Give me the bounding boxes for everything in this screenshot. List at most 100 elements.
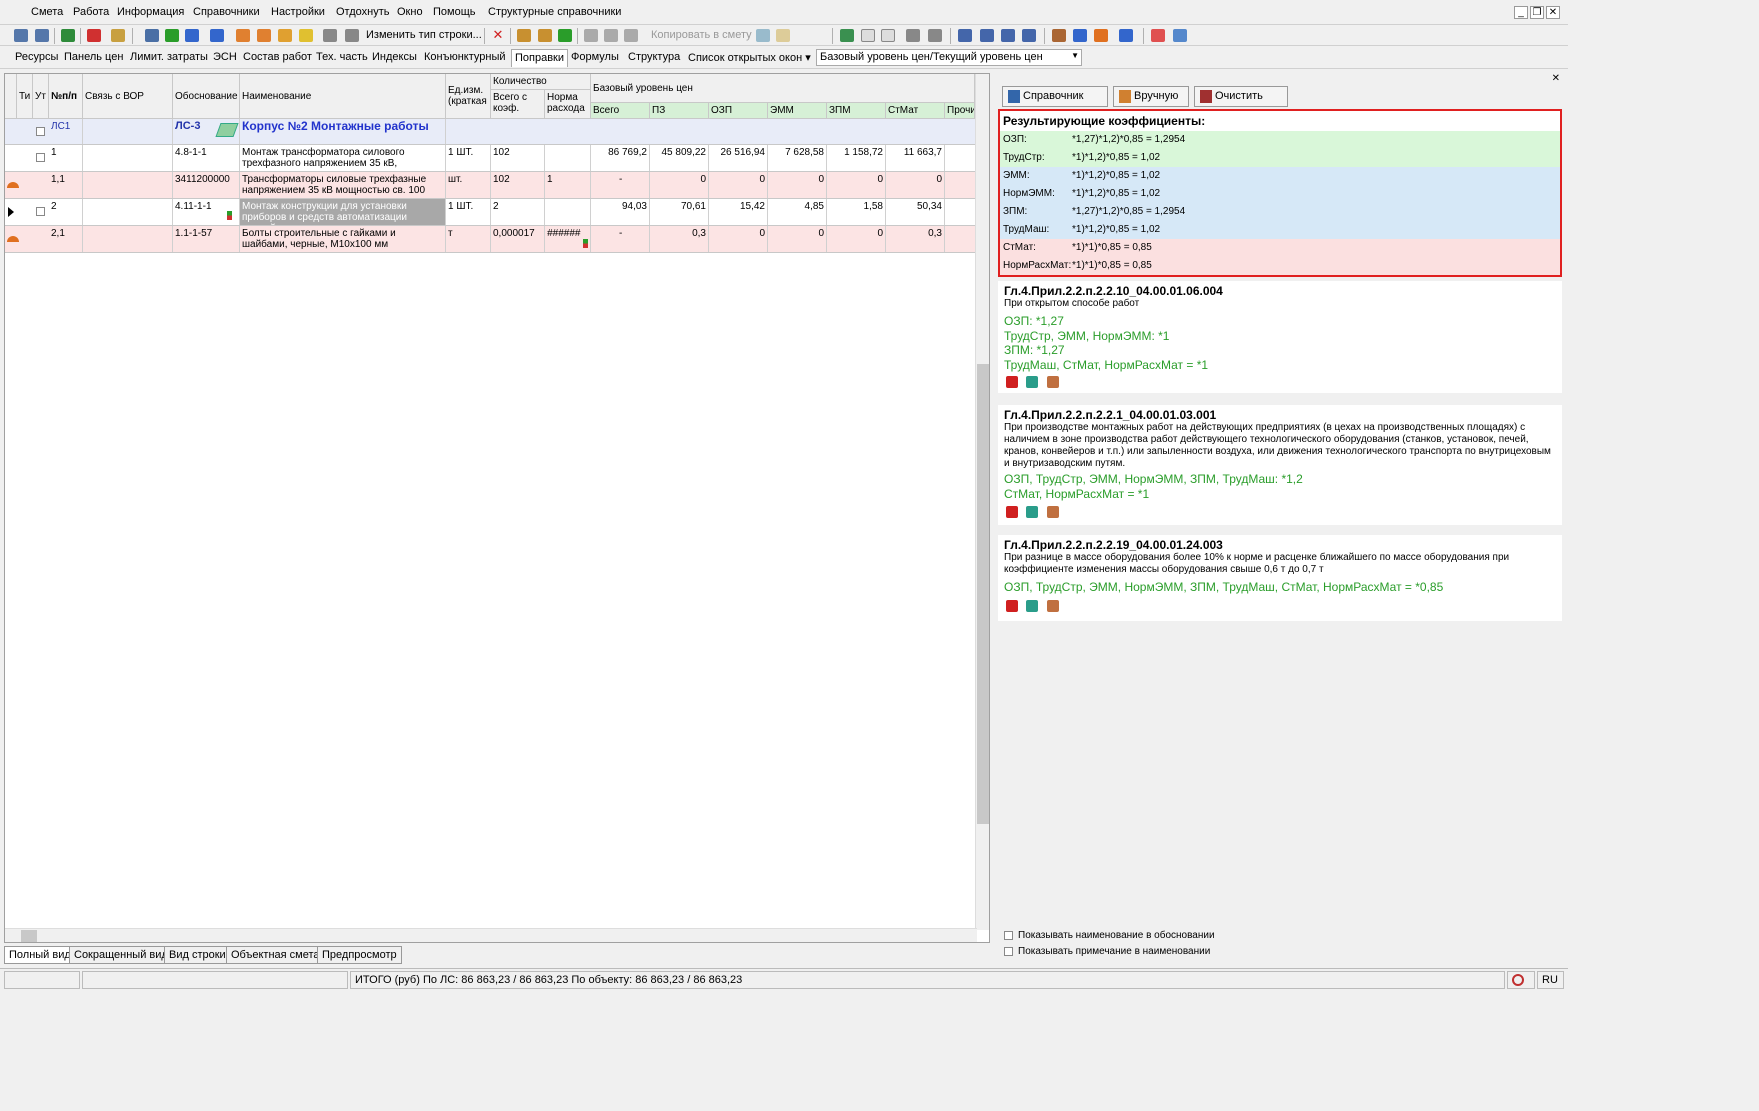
tab-short-view[interactable]: Сокращенный вид [69,946,173,964]
list-icon[interactable] [928,29,942,42]
edit-icon[interactable] [1047,376,1059,388]
tab-open-windows[interactable]: Список открытых окон ▾ [688,51,811,64]
coef-icon[interactable] [236,29,250,42]
layers-icon[interactable] [1173,29,1187,42]
scroll-thumb[interactable] [977,364,989,824]
header-emm: ЭММ [768,103,827,119]
tab-indexes[interactable]: Индексы [372,51,417,63]
tab-preview[interactable]: Предпросмотр [317,946,402,964]
tab-work-composition[interactable]: Состав работ [243,51,312,63]
save-icon[interactable] [145,29,159,42]
menu-info[interactable]: Информация [117,6,184,18]
change-type-button[interactable]: Изменить тип строки... [366,29,482,41]
scroll-thumb[interactable] [21,930,37,942]
outdent-icon[interactable] [980,29,994,42]
tab-corrections[interactable]: Поправки [511,49,569,67]
excel-icon[interactable] [61,29,75,42]
tab-price-panel[interactable]: Панель цен [64,51,123,63]
refresh-icon[interactable] [165,29,179,42]
edit-icon[interactable] [1047,506,1059,518]
table-row[interactable]: 1,1 3411200000 Трансформаторы силовые тр… [5,172,975,199]
tab-conjunctural[interactable]: Конъюнктурный [424,51,506,63]
note-icon[interactable] [299,29,313,42]
tab-structure[interactable]: Структура [628,51,680,63]
tab-row-view[interactable]: Вид строки [164,946,231,964]
insert-icon[interactable] [35,29,49,42]
resource-icon [7,182,19,188]
reference-button[interactable]: Справочник [1002,86,1108,107]
delete-icon[interactable]: ✕ [491,28,505,42]
machine-icon[interactable] [278,29,292,42]
undo-icon[interactable] [185,29,199,42]
row-checkbox[interactable] [36,153,45,162]
price-level-select[interactable]: Базовый уровень цен/Текущий уровень цен … [816,49,1082,66]
clear-button[interactable]: Очистить [1194,86,1288,107]
paste-to-icon[interactable] [776,29,790,42]
minimize-icon[interactable]: _ [1514,6,1528,19]
vertical-scrollbar[interactable] [975,74,989,930]
resource-icon[interactable] [257,29,271,42]
indent-icon[interactable] [958,29,972,42]
cap-icon[interactable] [1094,29,1108,42]
tab-formulas[interactable]: Формулы [571,51,619,63]
menu-spravochniki[interactable]: Справочники [193,6,260,18]
swap-icon[interactable] [1026,600,1038,612]
book-icon[interactable] [840,29,854,42]
table-row[interactable]: ЛС1 ЛС-3 Корпус №2 Монтажные работы [5,119,975,145]
table-row[interactable]: 1 4.8-1-1 Монтаж трансформатора силового… [5,145,975,172]
copy-to-estimate-button[interactable]: Копировать в смету [651,29,752,41]
copy-icon[interactable] [604,29,618,42]
menu-rest[interactable]: Отдохнуть [336,6,390,18]
restore-icon[interactable]: ❐ [1530,6,1544,19]
align2-icon[interactable] [1022,29,1036,42]
close-icon[interactable]: ✕ [1546,6,1560,19]
align-icon[interactable] [1001,29,1015,42]
close-panel-icon[interactable]: ✕ [1552,73,1560,84]
list-add-icon[interactable] [906,29,920,42]
remove-icon[interactable] [1006,376,1018,388]
paste-icon[interactable] [624,29,638,42]
truck-icon[interactable] [323,29,337,42]
tree-icon[interactable] [14,29,28,42]
tab-esn[interactable]: ЭСН [213,51,237,63]
tab-tech-part[interactable]: Тех. часть [316,51,368,63]
row-checkbox[interactable] [36,207,45,216]
car2-icon[interactable] [1119,29,1133,42]
hammer-icon[interactable] [1052,29,1066,42]
pdf-icon[interactable] [87,29,101,42]
tab-limit[interactable]: Лимит. затраты [130,51,208,63]
menu-window[interactable]: Окно [397,6,423,18]
row-checkbox[interactable] [36,127,45,136]
show-name-checkbox[interactable]: Показывать наименование в обосновании [1004,930,1215,941]
tab-object-estimate[interactable]: Объектная смета [226,946,325,964]
swap-icon[interactable] [1026,506,1038,518]
cut-icon[interactable] [584,29,598,42]
horizontal-scrollbar[interactable] [5,928,977,942]
type-icon[interactable] [345,29,359,42]
copy-to-icon[interactable] [756,29,770,42]
doc-icon[interactable] [861,29,875,42]
search-icon[interactable] [111,29,125,42]
pr-icon[interactable] [881,29,895,42]
car-icon[interactable] [1073,29,1087,42]
copy-row-icon[interactable] [538,29,552,42]
edit-icon[interactable] [1047,600,1059,612]
tab-full-view[interactable]: Полный вид [4,946,76,964]
eraser-icon[interactable] [1151,29,1165,42]
move-icon[interactable] [517,29,531,42]
menu-settings[interactable]: Настройки [271,6,325,18]
move-down-icon[interactable] [558,29,572,42]
table-row[interactable]: 2,1 1.1-1-57 Болты строительные с гайкам… [5,226,975,253]
menu-rabota[interactable]: Работа [73,6,109,18]
show-note-checkbox[interactable]: Показывать примечание в наименовании [1004,946,1210,957]
manual-button[interactable]: Вручную [1113,86,1189,107]
menu-help[interactable]: Помощь [433,6,476,18]
table-row[interactable]: 2 4.11-1-1 Монтаж конструкции для устано… [5,199,975,226]
recalc-icon[interactable] [210,29,224,42]
menu-struct[interactable]: Структурные справочники [488,6,621,18]
remove-icon[interactable] [1006,600,1018,612]
swap-icon[interactable] [1026,376,1038,388]
tab-resources[interactable]: Ресурсы [15,51,58,63]
remove-icon[interactable] [1006,506,1018,518]
menu-smeta[interactable]: Смета [31,6,63,18]
